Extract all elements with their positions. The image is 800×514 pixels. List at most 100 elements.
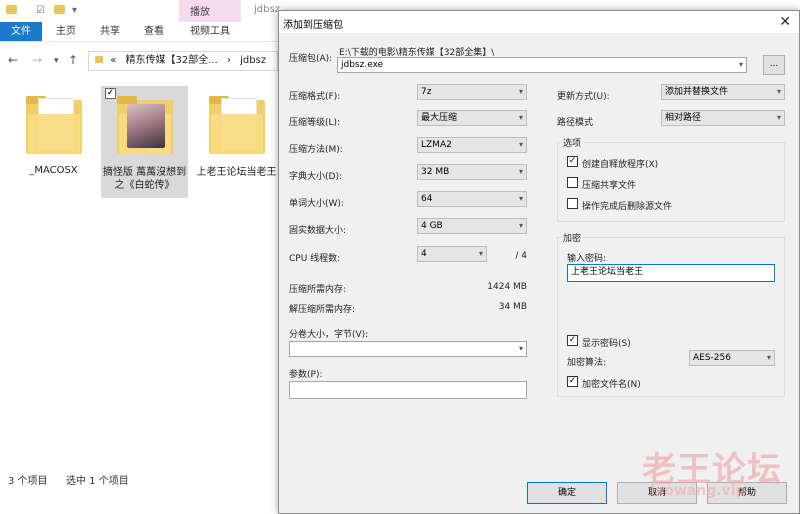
threads-label: CPU 线程数: [289, 254, 341, 264]
encryption-method-select[interactable]: AES-256 ▾ [689, 350, 775, 366]
ok-button[interactable]: 确定 [527, 482, 607, 504]
chevron-down-icon: ▾ [518, 167, 523, 176]
archive-name-input[interactable]: jdbsz.exe ▾ [337, 57, 747, 73]
update-mode-label: 更新方式(U): [557, 92, 610, 102]
chevron-down-icon: ▾ [518, 87, 523, 96]
folder-icon [95, 56, 103, 63]
chevron-down-icon: ▾ [518, 113, 523, 122]
dialog-title: 添加到压缩包 [283, 20, 343, 31]
file-item-label: 上老王论坛当老王 [196, 167, 277, 178]
threads-select[interactable]: 4 ▾ [417, 246, 487, 262]
chevron-down-icon[interactable]: ▾ [739, 58, 743, 72]
delete-after-checkbox[interactable] [567, 198, 578, 209]
solid-size-value: 4 GB [421, 221, 443, 231]
customize-toolbar-icon[interactable]: ▾ [68, 4, 81, 17]
folder-icon [26, 96, 82, 154]
chevron-down-icon: ▾ [776, 113, 781, 122]
shared-files-label: 压缩共享文件 [582, 181, 637, 191]
update-mode-value: 添加并替换文件 [665, 87, 729, 97]
tab-video-tools[interactable]: 视频工具 [190, 22, 230, 41]
path-mode-label: 路径模式 [557, 118, 594, 128]
word-size-value: 64 [421, 194, 433, 204]
archive-name-value: jdbsz.exe [341, 60, 384, 70]
dictionary-label: 字典大小(D): [289, 172, 342, 182]
level-value: 最大压缩 [421, 113, 458, 123]
chevron-down-icon: ▾ [518, 344, 523, 353]
properties-icon[interactable]: ☑ [34, 4, 47, 17]
dictionary-value: 32 MB [421, 167, 450, 177]
folder-icon [6, 5, 17, 14]
format-value: 7z [421, 87, 432, 97]
watermark-url: laowang.vip [650, 483, 746, 499]
dialog-titlebar: 添加到压缩包 ✕ [279, 11, 799, 33]
item-checkbox[interactable]: ✓ [105, 88, 116, 99]
level-select[interactable]: 最大压缩 ▾ [417, 110, 527, 126]
dictionary-select[interactable]: 32 MB ▾ [417, 164, 527, 180]
split-size-label: 分卷大小，字节(V): [289, 330, 369, 340]
folder-icon [209, 96, 265, 154]
back-arrow-icon[interactable]: ← [8, 53, 18, 67]
folder-item-macosx[interactable]: _MACOSX [10, 86, 97, 198]
folder-item-label: _MACOSX [29, 165, 78, 176]
video-thumbnail-icon [117, 96, 173, 154]
chevron-down-icon: ▾ [518, 140, 523, 149]
add-to-archive-dialog: 添加到压缩包 ✕ 压缩包(A): E:\下载的电影\精东传媒【32部全集】\ j… [278, 10, 800, 514]
word-size-select[interactable]: 64 ▾ [417, 191, 527, 207]
explorer-title: jdbsz [254, 4, 280, 15]
decompress-memory-value: 34 MB [498, 302, 527, 312]
chevron-down-icon: ▾ [518, 194, 523, 203]
compress-memory-value: 1424 MB [487, 282, 527, 292]
breadcrumb-separator: « [110, 55, 117, 66]
method-value: LZMA2 [421, 140, 452, 150]
tab-file[interactable]: 文件 [0, 22, 42, 41]
encryption-method-label: 加密算法: [567, 358, 607, 368]
encrypt-names-checkbox[interactable]: ✓ [567, 376, 578, 387]
options-group-title: 选项 [561, 136, 584, 149]
breadcrumb-item-parent[interactable]: 精东传媒【32部全... [126, 55, 218, 66]
sfx-checkbox[interactable]: ✓ [567, 156, 578, 167]
up-arrow-icon[interactable]: ↑ [68, 53, 78, 67]
threads-value: 4 [421, 249, 427, 259]
tab-view[interactable]: 查看 [144, 22, 164, 41]
update-mode-select[interactable]: 添加并替换文件 ▾ [661, 84, 785, 100]
tab-home[interactable]: 主页 [56, 22, 76, 41]
contextual-tab-play[interactable]: 播放 [190, 3, 210, 18]
format-select[interactable]: 7z ▾ [417, 84, 527, 100]
split-size-combo[interactable]: ▾ [289, 341, 527, 357]
video-item-selected[interactable]: ✓ 摘怪版 萬萬沒想到之《白蛇传》 [101, 86, 188, 198]
browse-button[interactable]: ... [763, 55, 785, 75]
tab-share[interactable]: 共享 [100, 22, 120, 41]
password-label: 输入密码: [567, 254, 607, 264]
method-select[interactable]: LZMA2 ▾ [417, 137, 527, 153]
path-mode-select[interactable]: 相对路径 ▾ [661, 110, 785, 126]
sfx-label: 创建自释放程序(X) [582, 160, 659, 170]
threads-total: / 4 [515, 251, 527, 261]
level-label: 压缩等级(L): [289, 118, 341, 128]
chevron-down-icon: ▾ [478, 249, 483, 258]
solid-size-select[interactable]: 4 GB ▾ [417, 218, 527, 234]
password-input[interactable]: 上老王论坛当老王 [567, 264, 775, 282]
parameters-label: 参数(P): [289, 370, 323, 380]
shared-files-checkbox[interactable] [567, 177, 578, 188]
close-icon[interactable]: ✕ [779, 14, 791, 30]
encrypt-names-label: 加密文件名(N) [582, 380, 641, 390]
decompress-memory-label: 解压缩所需内存: [289, 305, 356, 315]
parameters-input[interactable] [289, 381, 527, 399]
encryption-group-title: 加密 [561, 231, 584, 244]
delete-after-label: 操作完成后删除源文件 [582, 202, 673, 212]
format-label: 压缩格式(F): [289, 92, 341, 102]
show-password-checkbox[interactable]: ✓ [567, 335, 578, 346]
chevron-down-icon: ▾ [518, 221, 523, 230]
compress-memory-label: 压缩所需内存: [289, 285, 347, 295]
forward-arrow-icon[interactable]: → [32, 53, 42, 67]
new-folder-icon[interactable] [54, 5, 65, 14]
solid-size-label: 固实数据大小: [289, 226, 347, 236]
status-selected-count: 选中 1 个项目 [66, 476, 129, 487]
archive-label: 压缩包(A): [289, 54, 333, 64]
address-bar[interactable]: « 精东传媒【32部全... › jdbsz [88, 51, 278, 71]
recent-dropdown-icon[interactable]: ▾ [54, 56, 59, 66]
method-label: 压缩方法(M): [289, 145, 343, 155]
word-size-label: 单词大小(W): [289, 199, 344, 209]
breadcrumb-item-current[interactable]: jdbsz [240, 55, 266, 66]
file-item-laowang[interactable]: 上老王论坛当老王 [193, 86, 280, 198]
